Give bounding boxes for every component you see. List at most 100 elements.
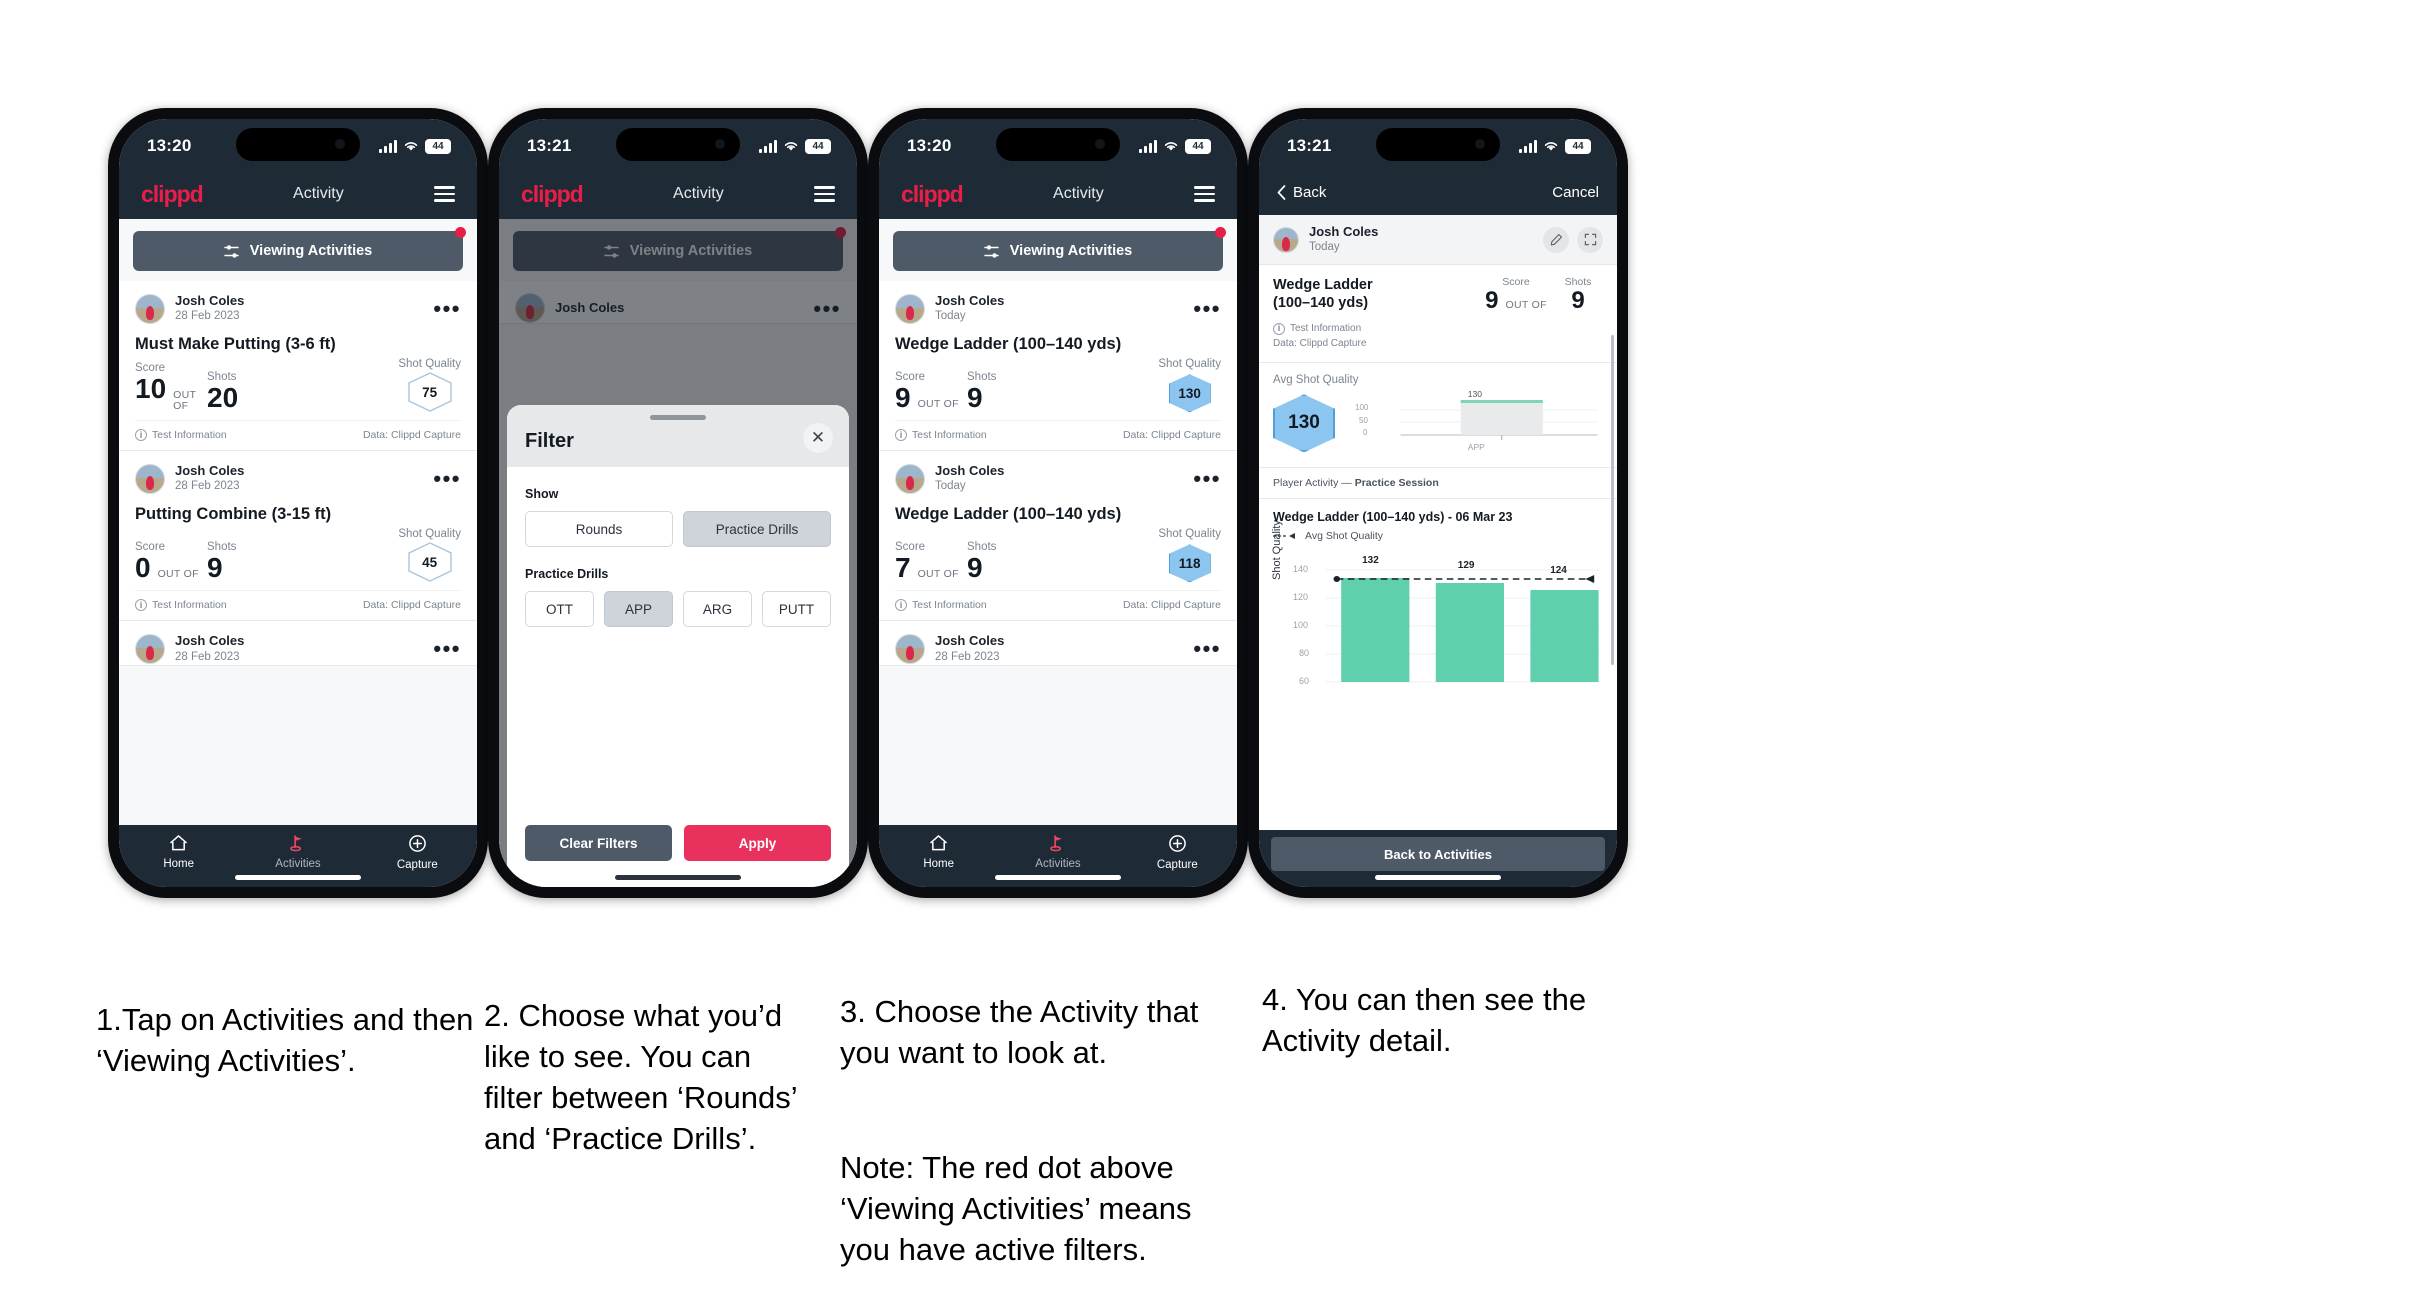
more-options-icon[interactable]: ••• (1193, 298, 1221, 320)
avg-shot-quality-row: 130 100 50 0 130 APP (1273, 389, 1603, 456)
apply-button[interactable]: Apply (684, 825, 831, 861)
data-source-label: Data: Clippd Capture (1122, 599, 1221, 612)
tab-activities[interactable]: Activities (998, 834, 1117, 870)
detail-shots-stat: Shots 9 (1553, 276, 1603, 313)
status-time: 13:20 (147, 136, 192, 155)
more-options-icon[interactable]: ••• (433, 638, 461, 660)
hamburger-menu-icon[interactable] (1194, 186, 1215, 202)
mini-chart-xtick-app: APP (1467, 442, 1485, 453)
filter-option-ott[interactable]: OTT (525, 591, 594, 627)
viewing-activities-button[interactable]: Viewing Activities (893, 231, 1223, 271)
more-options-icon[interactable]: ••• (1193, 638, 1221, 660)
user-block: Josh Coles 28 Feb 2023 (135, 463, 244, 494)
activity-card-partial[interactable]: Josh Coles 28 Feb 2023 ••• (119, 621, 477, 666)
back-to-activities-button[interactable]: Back to Activities (1271, 837, 1605, 871)
filter-option-practice-drills[interactable]: Practice Drills (683, 511, 831, 547)
back-button[interactable]: Back (1277, 184, 1326, 201)
sheet-grabber[interactable] (650, 415, 706, 420)
hamburger-menu-icon[interactable] (434, 186, 455, 202)
filter-option-arg[interactable]: ARG (683, 591, 752, 627)
shot-quality-hexagon: 45 (407, 542, 452, 583)
avg-shot-quality-hexagon: 130 (1273, 394, 1335, 453)
tab-home[interactable]: Home (879, 834, 998, 870)
vertical-scrollbar[interactable] (1611, 335, 1614, 665)
mini-chart-value-label: 130 (1467, 389, 1482, 400)
page-title: Activity (293, 185, 344, 202)
info-icon: i (135, 429, 147, 442)
detail-activity-title: Wedge Ladder (100–140 yds) (1273, 277, 1373, 312)
filter-option-putt[interactable]: PUTT (762, 591, 831, 627)
viewing-activities-label: Viewing Activities (249, 243, 373, 259)
cellular-signal-icon (1139, 139, 1157, 153)
home-indicator (235, 875, 361, 880)
activity-card-header: Josh Coles 28 Feb 2023 ••• (135, 293, 461, 324)
shots-stat: Shots 20 (207, 371, 295, 412)
status-indicators: 44 (379, 138, 451, 154)
more-options-icon[interactable]: ••• (433, 298, 461, 320)
activity-card[interactable]: Josh Coles 28 Feb 2023 ••• Putting Combi… (119, 451, 477, 622)
data-source-label: Data: Clippd Capture (362, 599, 461, 612)
shots-value: 9 (207, 551, 223, 583)
app-navbar: clippd Activity (879, 169, 1237, 219)
shot-quality-stat: Shot Quality 118 (1158, 528, 1221, 583)
mini-bar-chart: 100 50 0 130 APP (1343, 389, 1603, 456)
more-options-icon[interactable]: ••• (1193, 468, 1221, 490)
filter-option-app[interactable]: APP (604, 591, 673, 627)
hamburger-menu-icon[interactable] (814, 186, 835, 202)
avatar (895, 463, 925, 494)
practice-drill-options: OTT APP ARG PUTT (525, 591, 831, 627)
status-time: 13:21 (527, 136, 572, 155)
shots-value: 9 (1571, 287, 1585, 315)
wifi-icon (404, 142, 418, 151)
status-bar: 13:21 44 (499, 119, 857, 169)
cancel-button[interactable]: Cancel (1552, 184, 1599, 201)
user-block: Josh Coles Today (895, 293, 1004, 324)
avatar (135, 463, 165, 494)
shot-quality-stat: Shot Quality 130 (1158, 358, 1221, 413)
tab-capture[interactable]: Capture (358, 834, 477, 871)
avatar (135, 633, 165, 664)
edit-pencil-icon[interactable] (1543, 226, 1569, 253)
phone-4: 13:21 44 Back Cancel Josh Coles Today We… (1248, 108, 1628, 898)
bar-label-1: 132 (1362, 555, 1379, 567)
status-time: 13:21 (1287, 136, 1332, 155)
activity-card[interactable]: Josh Coles Today ••• Wedge Ladder (100–1… (879, 451, 1237, 622)
shot-quality-value: 45 (422, 554, 438, 570)
tab-home-label: Home (163, 858, 194, 870)
test-information-label: Test Information (912, 429, 987, 442)
more-options-icon[interactable]: ••• (433, 468, 461, 490)
activity-stats: Score 9 OUT OF Shots 9 Shot Quality 130 (895, 358, 1221, 420)
status-indicators: 44 (1139, 138, 1211, 154)
filter-option-rounds[interactable]: Rounds (525, 511, 673, 547)
tab-home[interactable]: Home (119, 834, 238, 870)
clippd-logo: clippd (901, 180, 964, 207)
back-label: Back (1293, 183, 1327, 201)
viewing-activities-button[interactable]: Viewing Activities (133, 231, 463, 271)
close-icon[interactable]: ✕ (803, 423, 833, 453)
test-information-label: Test Information (912, 599, 987, 612)
out-of-label: OUT OF (917, 397, 959, 410)
user-name: Josh Coles (175, 633, 245, 649)
user-name: Josh Coles (175, 293, 245, 308)
clippd-logo: clippd (141, 180, 204, 207)
caption-step-3-note: Note: The red dot above ‘Viewing Activit… (840, 1150, 1192, 1267)
home-icon (170, 835, 187, 851)
ytick-80: 80 (1299, 648, 1310, 659)
tab-capture-label: Capture (1156, 858, 1198, 871)
viewing-activities-label: Viewing Activities (1009, 243, 1133, 259)
filter-title: Filter (525, 430, 574, 452)
tab-activities[interactable]: Activities (238, 834, 357, 870)
cellular-signal-icon (379, 139, 397, 153)
score-value: 9 (1485, 287, 1499, 315)
home-indicator (615, 875, 741, 880)
activity-card-footer: i Test Information Data: Clippd Capture (135, 420, 461, 450)
clear-filters-button[interactable]: Clear Filters (525, 825, 672, 861)
user-name: Josh Coles (1309, 224, 1379, 239)
score-value: 7 (895, 551, 911, 583)
tab-capture[interactable]: Capture (1118, 834, 1237, 871)
screenshot-stage: 13:20 44 clippd Activity Viewing Activit… (0, 0, 2423, 1303)
activity-card[interactable]: Josh Coles Today ••• Wedge Ladder (100–1… (879, 281, 1237, 452)
activity-card[interactable]: Josh Coles 28 Feb 2023 ••• Must Make Put… (119, 281, 477, 452)
expand-fullscreen-icon[interactable] (1577, 226, 1603, 253)
activity-card-partial[interactable]: Josh Coles 28 Feb 2023 ••• (879, 621, 1237, 666)
